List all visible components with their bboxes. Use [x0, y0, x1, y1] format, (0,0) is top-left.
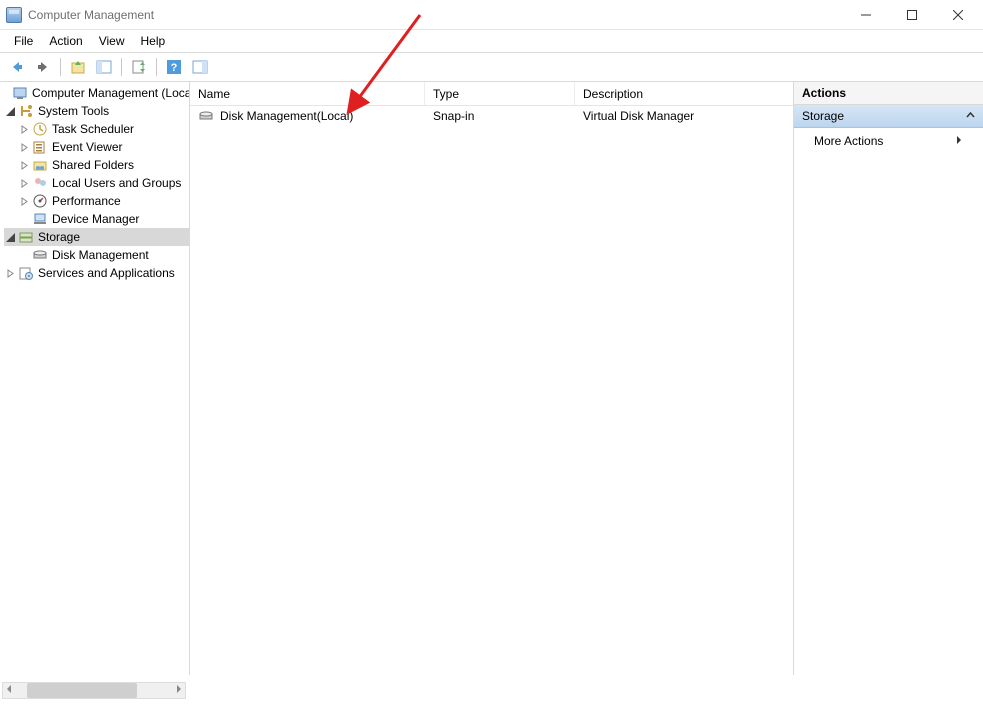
- column-header-name[interactable]: Name: [190, 82, 425, 105]
- tree-node-shared-folders[interactable]: Shared Folders: [4, 156, 189, 174]
- tree-pane: ▸ Computer Management (Local) System Too…: [0, 82, 190, 675]
- tree-label: System Tools: [38, 104, 109, 118]
- users-groups-icon: [32, 175, 48, 191]
- tree-label: Storage: [38, 230, 80, 244]
- services-applications-icon: [18, 265, 34, 281]
- list-item-disk-management[interactable]: Disk Management(Local) Snap-in Virtual D…: [190, 106, 793, 126]
- expand-icon[interactable]: [18, 177, 30, 189]
- maximize-button[interactable]: [889, 1, 935, 29]
- system-tools-icon: [18, 103, 34, 119]
- menu-file[interactable]: File: [6, 32, 41, 50]
- export-list-button[interactable]: [128, 56, 150, 78]
- up-button[interactable]: [67, 56, 89, 78]
- tree-label: Performance: [52, 194, 121, 208]
- menu-view[interactable]: View: [91, 32, 133, 50]
- show-hide-action-pane-button[interactable]: [189, 56, 211, 78]
- horizontal-scrollbar[interactable]: [2, 682, 186, 699]
- chevron-right-icon: [956, 134, 963, 148]
- tree-label: Shared Folders: [52, 158, 134, 172]
- close-button[interactable]: [935, 1, 981, 29]
- menu-bar: File Action View Help: [0, 30, 983, 52]
- column-header-type[interactable]: Type: [425, 82, 575, 105]
- tree-label: Services and Applications: [38, 266, 175, 280]
- list-body: Disk Management(Local) Snap-in Virtual D…: [190, 106, 793, 675]
- toolbar-separator: [121, 58, 122, 76]
- expand-icon[interactable]: [4, 267, 16, 279]
- tree-node-computer-management[interactable]: ▸ Computer Management (Local): [4, 84, 189, 102]
- collapse-icon[interactable]: [4, 105, 16, 117]
- computer-management-icon: [12, 85, 28, 101]
- scroll-thumb[interactable]: [27, 683, 137, 698]
- tree-node-performance[interactable]: Performance: [4, 192, 189, 210]
- expand-icon[interactable]: [18, 159, 30, 171]
- task-scheduler-icon: [32, 121, 48, 137]
- scroll-track[interactable]: [15, 683, 173, 698]
- performance-icon: [32, 193, 48, 209]
- expand-icon[interactable]: [18, 195, 30, 207]
- tree-node-local-users-groups[interactable]: Local Users and Groups: [4, 174, 189, 192]
- tree-label: Device Manager: [52, 212, 139, 226]
- expand-icon[interactable]: [18, 123, 30, 135]
- menu-help[interactable]: Help: [133, 32, 174, 50]
- tree-label: Computer Management (Local): [32, 86, 190, 100]
- show-hide-tree-button[interactable]: [93, 56, 115, 78]
- shared-folders-icon: [32, 157, 48, 173]
- cell-type: Snap-in: [433, 109, 474, 123]
- actions-context[interactable]: Storage: [794, 105, 983, 128]
- back-button[interactable]: [6, 56, 28, 78]
- list-pane: Name Type Description Disk Management(Lo…: [190, 82, 794, 675]
- toolbar-separator: [156, 58, 157, 76]
- forward-button[interactable]: [32, 56, 54, 78]
- tree-node-disk-management[interactable]: ▸ Disk Management: [4, 246, 189, 264]
- tree-label: Event Viewer: [52, 140, 122, 154]
- minimize-button[interactable]: [843, 1, 889, 29]
- cell-name: Disk Management(Local): [220, 109, 353, 123]
- event-viewer-icon: [32, 139, 48, 155]
- scroll-right-icon[interactable]: [175, 683, 183, 697]
- tree-node-task-scheduler[interactable]: Task Scheduler: [4, 120, 189, 138]
- tree-node-device-manager[interactable]: ▸ Device Manager: [4, 210, 189, 228]
- tree-node-storage[interactable]: Storage: [4, 228, 189, 246]
- device-manager-icon: [32, 211, 48, 227]
- menu-action[interactable]: Action: [41, 32, 90, 50]
- main-area: ▸ Computer Management (Local) System Too…: [0, 81, 983, 675]
- actions-pane: Actions Storage More Actions: [794, 82, 983, 675]
- bottom-bar: [0, 675, 983, 705]
- scroll-left-icon[interactable]: [5, 683, 13, 697]
- chevron-up-icon: [966, 109, 975, 123]
- tree-node-system-tools[interactable]: System Tools: [4, 102, 189, 120]
- tree-label: Task Scheduler: [52, 122, 134, 136]
- expand-icon[interactable]: [18, 141, 30, 153]
- help-button[interactable]: ?: [163, 56, 185, 78]
- storage-icon: [18, 229, 34, 245]
- app-icon: [6, 7, 22, 23]
- actions-header: Actions: [794, 82, 983, 105]
- actions-context-label: Storage: [802, 109, 844, 123]
- tree-label: Disk Management: [52, 248, 149, 262]
- cell-description: Virtual Disk Manager: [583, 109, 694, 123]
- column-headers: Name Type Description: [190, 82, 793, 106]
- disk-management-icon: [32, 247, 48, 263]
- actions-more-label: More Actions: [814, 134, 883, 148]
- window-controls: [843, 1, 981, 29]
- tree-label: Local Users and Groups: [52, 176, 181, 190]
- collapse-icon[interactable]: [4, 231, 16, 243]
- tree-node-event-viewer[interactable]: Event Viewer: [4, 138, 189, 156]
- column-header-description[interactable]: Description: [575, 82, 793, 105]
- window-title: Computer Management: [28, 8, 843, 22]
- tree-node-services-applications[interactable]: Services and Applications: [4, 264, 189, 282]
- toolbar-separator: [60, 58, 61, 76]
- toolbar: ?: [0, 53, 983, 81]
- disk-management-icon: [198, 108, 214, 124]
- svg-text:?: ?: [171, 62, 178, 74]
- actions-more[interactable]: More Actions: [794, 128, 983, 154]
- title-bar: Computer Management: [0, 0, 983, 30]
- navigation-tree: ▸ Computer Management (Local) System Too…: [0, 82, 189, 284]
